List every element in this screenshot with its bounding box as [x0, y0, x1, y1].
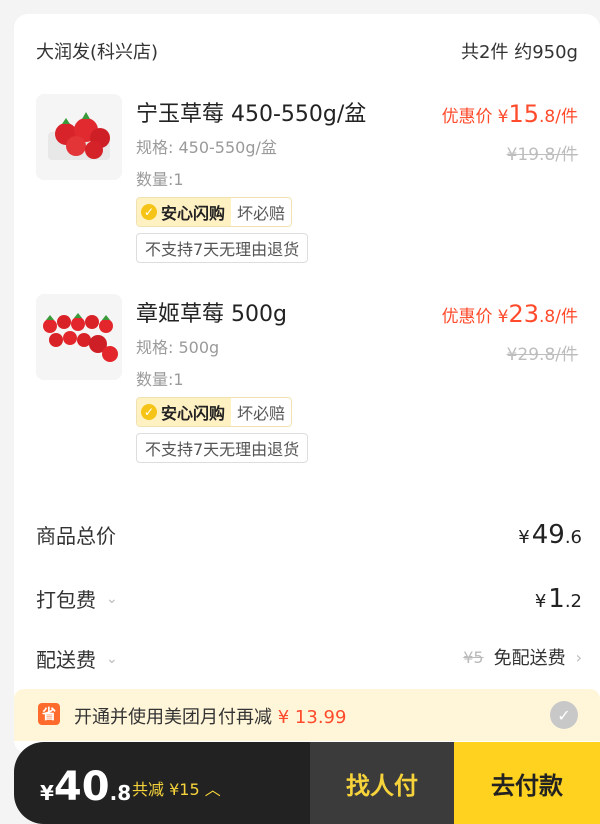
delivery-original-fee: ¥5 [463, 647, 484, 667]
guarantee-tag: ✓ 安心闪购 坏必赔 [136, 197, 293, 227]
guarantee-tag: ✓ 安心闪购 坏必赔 [136, 397, 293, 427]
order-count-weight: 共2件 约950g [461, 42, 578, 63]
product-image[interactable] [36, 294, 122, 380]
saving-icon: 省 [38, 703, 60, 725]
chevron-up-icon: ︿ [204, 780, 221, 799]
friend-pay-button[interactable]: 找人付 [310, 742, 454, 824]
discount-price: 优惠价 ¥15.8/件 [441, 100, 578, 128]
original-price: ¥29.8/件 [506, 345, 578, 365]
total-price: ¥40.8 [40, 764, 132, 810]
discount-detail-toggle[interactable]: 共减 ¥15 ︿ [132, 776, 221, 800]
product-spec: 规格: 500g [136, 338, 220, 357]
goods-total-value: ¥49.6 [518, 520, 582, 550]
chevron-right-icon: › [575, 647, 582, 667]
monthly-pay-promo[interactable]: 省 开通并使用美团月付再减 ¥ 13.99 ✓ [14, 689, 600, 741]
product-name: 宁玉草莓 450-550g/盆 [136, 102, 367, 127]
product-image[interactable] [36, 94, 122, 180]
return-policy-tag: 不支持7天无理由退货 [136, 233, 309, 263]
packing-fee-value: ¥1.2 [534, 584, 582, 614]
chevron-down-icon[interactable]: ⌄ [106, 591, 118, 607]
original-price: ¥19.8/件 [506, 145, 578, 165]
return-policy-tag: 不支持7天无理由退货 [136, 433, 309, 463]
list-item[interactable]: 宁玉草莓 450-550g/盆 规格: 450-550g/盆 数量:1 ✓ 安心闪… [0, 94, 600, 274]
discount-price: 优惠价 ¥23.8/件 [441, 300, 578, 328]
check-badge-icon: ✓ [141, 404, 157, 420]
product-quantity: 数量:1 [136, 370, 184, 389]
product-quantity: 数量:1 [136, 170, 184, 189]
chevron-down-icon[interactable]: ⌄ [106, 651, 118, 667]
delivery-fee-value[interactable]: ¥5 免配送费 › [463, 644, 582, 670]
checkout-bar: ¥40.8 共减 ¥15 ︿ 找人付 去付款 [14, 742, 600, 824]
packing-fee-row[interactable]: 打包费 ⌄ ¥1.2 [36, 584, 582, 618]
goods-total-row: 商品总价 ¥49.6 [36, 520, 582, 550]
list-item[interactable]: 章姬草莓 500g 规格: 500g 数量:1 ✓ 安心闪购 坏必赔 不支持7天无… [0, 294, 600, 474]
check-circle-icon[interactable]: ✓ [550, 701, 578, 729]
pay-button[interactable]: 去付款 [454, 742, 600, 824]
product-name: 章姬草莓 500g [136, 302, 287, 327]
delivery-fee-row[interactable]: 配送费 ⌄ ¥5 免配送费 › [36, 644, 582, 678]
store-name[interactable]: 大润发(科兴店) [36, 38, 158, 64]
product-spec: 规格: 450-550g/盆 [136, 138, 277, 157]
check-badge-icon: ✓ [141, 204, 157, 220]
